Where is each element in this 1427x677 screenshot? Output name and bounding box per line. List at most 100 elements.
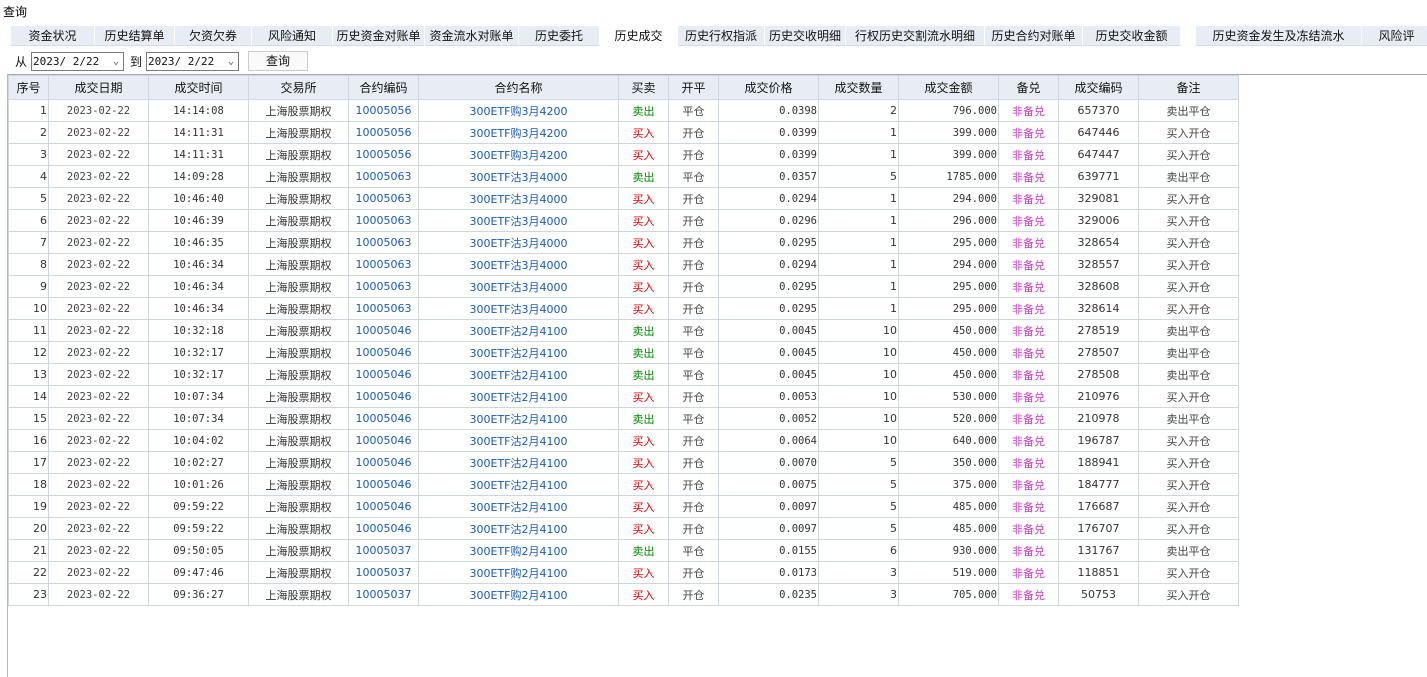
table-row[interactable]: 3 2023-02-22 14:11:31 上海股票期权 10005056 300ETF购… [8,143,1239,166]
table-row[interactable]: 15 2023-02-22 10:07:34 上海股票期权 10005046 300ETF… [8,407,1239,430]
table-row[interactable]: 22 2023-02-22 09:47:46 上海股票期权 10005037 300ETF… [8,561,1239,584]
cell-11: 非备兑 [998,363,1059,386]
table-row[interactable]: 1 2023-02-22 14:14:08 上海股票期权 10005056 300ETF购… [8,99,1239,122]
cell-0: 23 [8,583,49,606]
table-row[interactable]: 20 2023-02-22 09:59:22 上海股票期权 10005046 300ETF… [8,517,1239,540]
table-row[interactable]: 12 2023-02-22 10:32:17 上海股票期权 10005046 300ETF… [8,341,1239,364]
cell-8: 0.0045 [718,363,819,386]
column-header[interactable]: 买卖 [618,75,669,100]
cell-6: 买入 [618,209,669,232]
column-header[interactable]: 合约编码 [348,75,419,100]
cell-11: 非备兑 [998,517,1059,540]
cell-1: 2023-02-22 [48,297,149,320]
tab-3[interactable]: 风险通知 [252,26,333,46]
tab-11[interactable]: 历史合约对账单 [985,26,1083,46]
cell-7: 平仓 [668,363,719,386]
cell-2: 10:32:17 [148,363,249,386]
cell-6: 卖出 [618,363,669,386]
column-header[interactable]: 成交日期 [48,75,149,100]
column-header[interactable]: 开平 [668,75,719,100]
table-row[interactable]: 6 2023-02-22 10:46:39 上海股票期权 10005063 300ETF沽… [8,209,1239,232]
tab-1[interactable]: 历史结算单 [95,26,175,46]
cell-11: 非备兑 [998,319,1059,342]
cell-8: 0.0296 [718,209,819,232]
cell-8: 0.0053 [718,385,819,408]
table-row[interactable]: 4 2023-02-22 14:09:28 上海股票期权 10005063 300ETF沽… [8,165,1239,188]
tab-4[interactable]: 历史资金对账单 [333,26,425,46]
column-header[interactable]: 成交时间 [148,75,249,100]
tab-8[interactable]: 历史行权指派 [678,26,765,46]
column-header[interactable]: 备兑 [998,75,1059,100]
cell-6: 买入 [618,385,669,408]
from-date-picker[interactable]: 2023/ 2/22 ⌄ [31,51,125,71]
chevron-down-icon[interactable]: ⌄ [228,56,234,67]
table-row[interactable]: 13 2023-02-22 10:32:17 上海股票期权 10005046 300ETF… [8,363,1239,386]
tab-gap [1181,26,1196,46]
cell-6: 买入 [618,275,669,298]
cell-12: 647446 [1058,121,1139,144]
tab-14[interactable]: 风险评 [1362,26,1427,46]
cell-12: 131767 [1058,539,1139,562]
column-header[interactable]: 成交数量 [818,75,899,100]
column-header[interactable]: 合约名称 [418,75,619,100]
cell-2: 10:32:18 [148,319,249,342]
cell-0: 7 [8,231,49,254]
table-row[interactable]: 7 2023-02-22 10:46:35 上海股票期权 10005063 300ETF沽… [8,231,1239,254]
table-row[interactable]: 14 2023-02-22 10:07:34 上海股票期权 10005046 300ETF… [8,385,1239,408]
tab-6[interactable]: 历史委托 [519,26,600,46]
table-row[interactable]: 17 2023-02-22 10:02:27 上海股票期权 10005046 300ETF… [8,451,1239,474]
column-header[interactable]: 备注 [1138,75,1239,100]
cell-9: 5 [818,473,899,496]
tab-12[interactable]: 历史交收金额 [1083,26,1181,46]
cell-8: 0.0235 [718,583,819,606]
tab-13[interactable]: 历史资金发生及冻结流水 [1196,26,1362,46]
column-header[interactable]: 序号 [8,75,49,100]
query-button[interactable]: 查询 [248,51,309,71]
tab-9[interactable]: 历史交收明细 [765,26,846,46]
column-header[interactable]: 成交编码 [1058,75,1139,100]
cell-12: 176687 [1058,495,1139,518]
cell-12: 329006 [1058,209,1139,232]
chevron-down-icon[interactable]: ⌄ [113,56,119,67]
cell-10: 294.000 [898,187,999,210]
cell-0: 1 [8,99,49,122]
cell-3: 上海股票期权 [248,209,349,232]
table-row[interactable]: 5 2023-02-22 10:46:40 上海股票期权 10005063 300ETF沽… [8,187,1239,210]
tab-10[interactable]: 行权历史交割流水明细 [846,26,985,46]
tab-2[interactable]: 欠资欠券 [175,26,252,46]
table-row[interactable]: 8 2023-02-22 10:46:34 上海股票期权 10005063 300ETF沽… [8,253,1239,276]
cell-5: 300ETF沽3月4000 [418,187,619,210]
column-header[interactable]: 成交价格 [718,75,819,100]
cell-3: 上海股票期权 [248,231,349,254]
cell-12: 647447 [1058,143,1139,166]
cell-9: 1 [818,275,899,298]
cell-0: 13 [8,363,49,386]
tab-0[interactable]: 资金状况 [11,26,95,46]
cell-7: 平仓 [668,319,719,342]
table-row[interactable]: 11 2023-02-22 10:32:18 上海股票期权 10005046 300ETF… [8,319,1239,342]
cell-6: 买入 [618,121,669,144]
table-row[interactable]: 9 2023-02-22 10:46:34 上海股票期权 10005063 300ETF沽… [8,275,1239,298]
trades-table: 序号 成交日期 成交时间 交易所 合约编码 合约名称 买卖 开平 成交价格 成交数量 成交金额 备兑成… [8,75,1239,606]
cell-6: 买入 [618,561,669,584]
cell-5: 300ETF沽3月4000 [418,209,619,232]
cell-8: 0.0064 [718,429,819,452]
cell-9: 5 [818,517,899,540]
cell-10: 295.000 [898,275,999,298]
cell-11: 非备兑 [998,143,1059,166]
table-row[interactable]: 21 2023-02-22 09:50:05 上海股票期权 10005037 300ETF… [8,539,1239,562]
table-row[interactable]: 19 2023-02-22 09:59:22 上海股票期权 10005046 300ETF… [8,495,1239,518]
table-row[interactable]: 10 2023-02-22 10:46:34 上海股票期权 10005063 300ETF… [8,297,1239,320]
cell-4: 10005063 [348,231,419,254]
table-row[interactable]: 23 2023-02-22 09:36:27 上海股票期权 10005037 300ETF… [8,583,1239,606]
cell-5: 300ETF沽2月4100 [418,407,619,430]
table-row[interactable]: 2 2023-02-22 14:11:31 上海股票期权 10005056 300ETF购… [8,121,1239,144]
to-date-picker[interactable]: 2023/ 2/22 ⌄ [146,51,240,71]
column-header[interactable]: 交易所 [248,75,349,100]
cell-12: 328654 [1058,231,1139,254]
tab-7[interactable]: 历史成交 [600,26,678,46]
column-header[interactable]: 成交金额 [898,75,999,100]
table-row[interactable]: 16 2023-02-22 10:04:02 上海股票期权 10005046 300ETF… [8,429,1239,452]
tab-5[interactable]: 资金流水对账单 [425,26,519,46]
table-row[interactable]: 18 2023-02-22 10:01:26 上海股票期权 10005046 300ETF… [8,473,1239,496]
